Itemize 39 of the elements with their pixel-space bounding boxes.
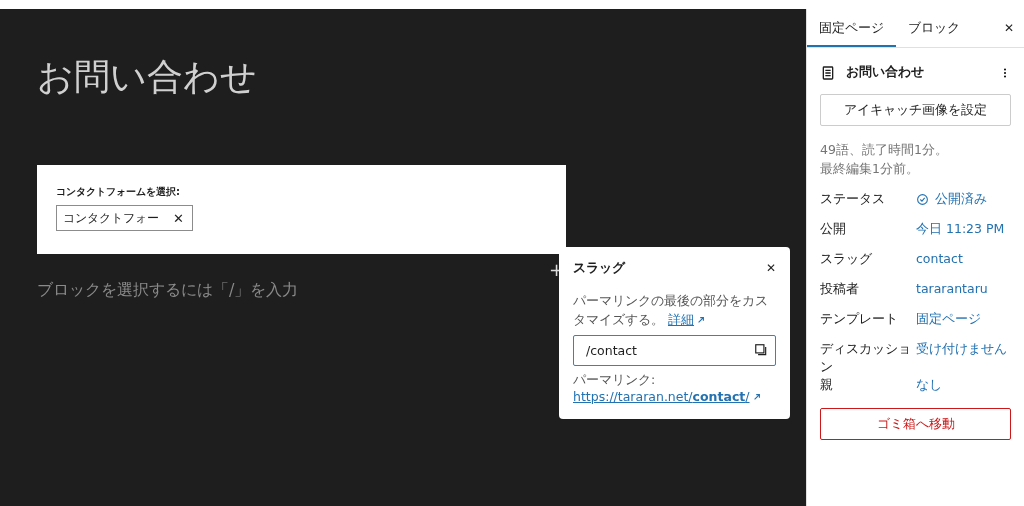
copy-icon xyxy=(754,343,768,357)
field-value-link[interactable]: なし xyxy=(916,376,942,394)
close-button[interactable]: ✕ xyxy=(998,9,1020,47)
field-value-link[interactable]: 受け付けません xyxy=(916,340,1007,358)
remove-token-button[interactable]: ✕ xyxy=(173,210,184,226)
more-link[interactable]: 詳細 xyxy=(668,312,694,327)
field-label: スラッグ xyxy=(820,250,873,268)
page-name: お問い合わせ xyxy=(846,64,925,81)
field-value-link[interactable]: 今日 11:23 PM xyxy=(916,220,1005,238)
field-label: ステータス xyxy=(820,190,886,208)
sidebar-tab[interactable]: 固定ページ xyxy=(807,9,896,47)
field-value-link[interactable]: contact xyxy=(916,250,963,268)
permalink-label: パーマリンク: xyxy=(573,372,657,389)
post-stats: 最終編集1分前。 xyxy=(820,160,920,178)
external-link-icon xyxy=(752,393,761,401)
slug-description: パーマリンクの最後の部分をカスタマイズする。 詳細 xyxy=(573,292,769,329)
field-value-link[interactable]: tararantaru xyxy=(916,280,988,298)
featured-image-button[interactable]: アイキャッチ画像を設定 xyxy=(820,94,1011,126)
document-icon xyxy=(820,64,836,81)
page-title: お問い合わせ xyxy=(37,57,258,97)
permalink-link[interactable]: https://tararan.net/contact/ xyxy=(573,389,750,404)
field-value-link[interactable]: 固定ページ xyxy=(916,310,981,328)
close-button[interactable]: ✕ xyxy=(766,261,776,275)
check-circle-icon xyxy=(916,192,929,206)
field-label: 投稿者 xyxy=(820,280,860,298)
field-label: テンプレート xyxy=(820,310,899,328)
field-label: 親 xyxy=(820,376,834,394)
field-label: 公開 xyxy=(820,220,847,238)
form-token[interactable]: コンタクトフォー ✕ xyxy=(56,205,193,231)
block-placeholder[interactable]: ブロックを選択するには「/」を入力 xyxy=(37,280,299,301)
popover-title: スラッグ xyxy=(573,259,625,277)
slug-input-field[interactable]: /contact xyxy=(573,335,776,366)
sidebar-tab[interactable]: ブロック xyxy=(896,9,972,47)
status-link[interactable]: 公開済み xyxy=(916,190,987,208)
external-link-icon xyxy=(697,316,705,324)
form-select-label: コンタクトフォームを選択: xyxy=(56,185,181,199)
trash-button[interactable]: ゴミ箱へ移動 xyxy=(820,408,1011,440)
post-stats: 49語、読了時間1分。 xyxy=(820,141,949,159)
field-label: ディスカッション xyxy=(820,340,912,376)
